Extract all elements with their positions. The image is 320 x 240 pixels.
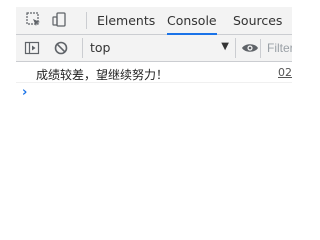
javascript-context-select[interactable]: top ▼ xyxy=(82,38,236,58)
console-prompt-chevron-icon[interactable]: › xyxy=(22,85,27,100)
tab-console[interactable]: Console xyxy=(167,7,217,35)
console-output: 成绩较差，望继续努力！ 02 › xyxy=(16,62,292,211)
live-expression-eye-icon[interactable] xyxy=(241,40,259,56)
console-message-row: 成绩较差，望继续努力！ 02 xyxy=(16,62,292,83)
context-selected-value: top xyxy=(90,40,111,55)
device-toolbar-icon[interactable] xyxy=(51,11,69,29)
tab-sources[interactable]: Sources xyxy=(233,7,282,34)
devtools-tab-bar: Elements Console Sources xyxy=(16,7,292,35)
console-toolbar: top ▼ xyxy=(16,35,292,62)
console-message-text: 成绩较差，望继续努力！ xyxy=(36,68,169,82)
tab-elements[interactable]: Elements xyxy=(97,7,155,34)
clear-console-icon[interactable] xyxy=(53,40,69,56)
devtools-window: Elements Console Sources top ▼ Filter 成绩… xyxy=(0,0,292,211)
inspect-element-icon[interactable] xyxy=(25,11,43,29)
show-sidebar-icon[interactable] xyxy=(24,40,40,56)
console-message-source-link[interactable]: 02 xyxy=(278,66,292,79)
tab-bar-divider xyxy=(86,12,87,29)
filter-divider xyxy=(260,39,261,58)
chevron-down-icon: ▼ xyxy=(221,41,229,52)
filter-input[interactable] xyxy=(263,39,292,57)
